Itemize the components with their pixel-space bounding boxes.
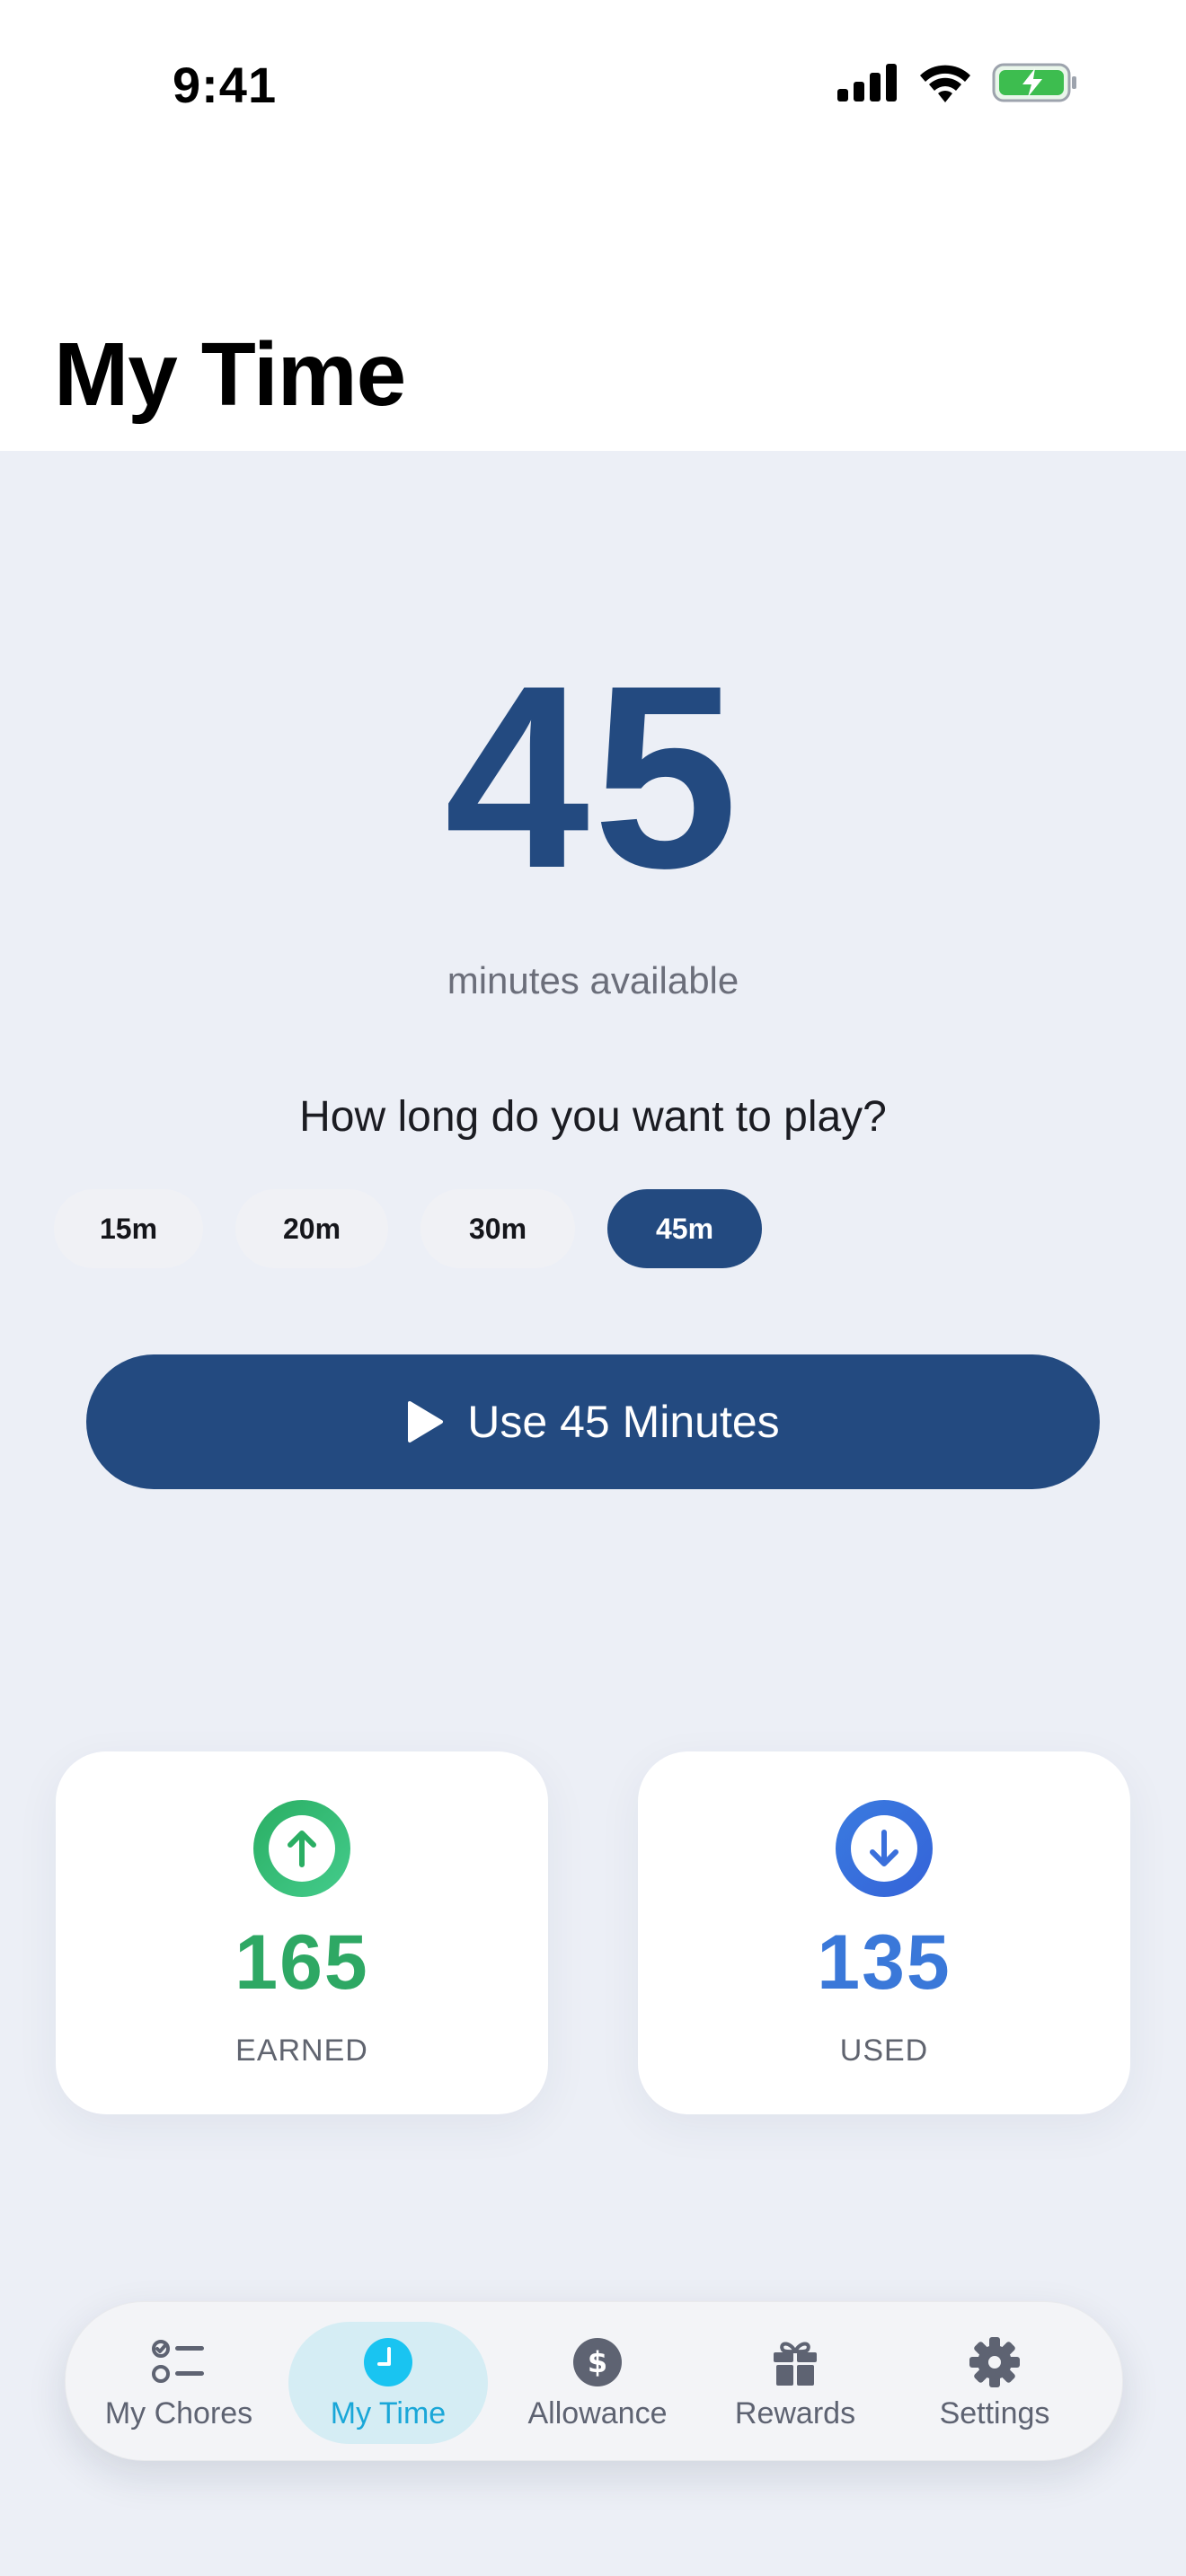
svg-text:$: $ bbox=[588, 2345, 607, 2379]
used-label: USED bbox=[839, 2033, 929, 2068]
earned-card: 165 EARNED bbox=[56, 1751, 548, 2114]
battery-charging-icon bbox=[992, 63, 1076, 102]
play-duration-question: How long do you want to play? bbox=[299, 1093, 887, 1141]
tab-allowance[interactable]: $ Allowance bbox=[504, 2322, 691, 2444]
duration-chip-20m[interactable]: 20m bbox=[235, 1189, 388, 1268]
tab-my-time[interactable]: My Time bbox=[288, 2322, 488, 2444]
minutes-available-label: minutes available bbox=[447, 959, 739, 1001]
use-minutes-button-label: Use 45 Minutes bbox=[467, 1397, 780, 1447]
status-time: 9:41 bbox=[173, 57, 278, 113]
use-minutes-button[interactable]: Use 45 Minutes bbox=[86, 1354, 1100, 1489]
wifi-icon bbox=[920, 65, 970, 102]
tab-label: Rewards bbox=[734, 2395, 856, 2430]
arrow-down-circle-icon bbox=[836, 1800, 933, 1901]
tab-label: Allowance bbox=[527, 2395, 668, 2430]
page-title: My Time bbox=[54, 324, 406, 425]
duration-chip-15m[interactable]: 15m bbox=[54, 1189, 203, 1268]
gear-icon bbox=[968, 2335, 1022, 2389]
header: 9:41 My Time bbox=[0, 0, 1186, 451]
duration-chip-30m[interactable]: 30m bbox=[420, 1189, 575, 1268]
minutes-available-value: 45 bbox=[444, 631, 742, 922]
duration-chip-label: 45m bbox=[655, 1212, 714, 1245]
tab-label: My Time bbox=[330, 2395, 447, 2430]
tab-label: Settings bbox=[939, 2395, 1050, 2430]
play-icon bbox=[408, 1401, 444, 1442]
earned-value: 165 bbox=[235, 1919, 369, 2006]
clock-icon bbox=[361, 2335, 415, 2389]
tab-bar: My Chores My Time $ Allowance Rewards Se… bbox=[65, 2301, 1123, 2461]
used-value: 135 bbox=[817, 1919, 951, 2006]
tab-rewards[interactable]: Rewards bbox=[707, 2322, 883, 2444]
duration-chip-label: 30m bbox=[468, 1212, 527, 1245]
tab-my-chores[interactable]: My Chores bbox=[91, 2322, 267, 2444]
earned-label: EARNED bbox=[235, 2033, 368, 2068]
arrow-up-circle-icon bbox=[253, 1800, 350, 1901]
tab-label: My Chores bbox=[104, 2395, 253, 2430]
dollar-icon: $ bbox=[571, 2335, 624, 2389]
duration-chip-label: 15m bbox=[99, 1212, 158, 1245]
checklist-icon bbox=[152, 2335, 206, 2389]
used-card: 135 USED bbox=[638, 1751, 1130, 2114]
duration-chip-label: 20m bbox=[282, 1212, 341, 1245]
status-icons bbox=[837, 63, 1078, 102]
tab-settings[interactable]: Settings bbox=[907, 2322, 1083, 2444]
duration-chip-45m[interactable]: 45m bbox=[607, 1189, 762, 1268]
cellular-signal-icon bbox=[837, 64, 897, 101]
gift-icon bbox=[768, 2335, 822, 2389]
